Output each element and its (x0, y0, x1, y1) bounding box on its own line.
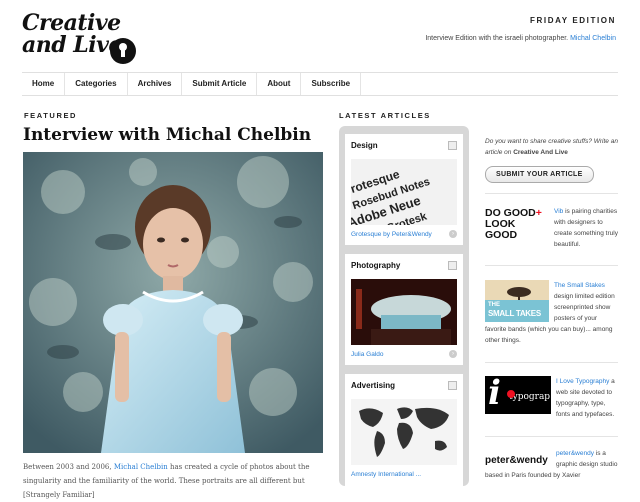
typography-logo[interactable]: i typograp (485, 376, 551, 414)
site-logo[interactable]: Creative and Live (22, 12, 142, 64)
nav-about[interactable]: About (257, 73, 302, 95)
vib-logo[interactable]: DO GOOD+ LOOK GOOD (485, 208, 549, 241)
submit-article-button[interactable]: SUBMIT YOUR ARTICLE (485, 166, 594, 183)
article-card-photography[interactable]: Photography Julia Galdo › (345, 254, 463, 365)
peterwendy-block: peter&wendy peter&wendy is a graphic des… (485, 448, 618, 481)
card-footer: Amnesty International ... (345, 465, 463, 485)
peterwendy-logo[interactable]: peter&wendy (485, 455, 551, 466)
excerpt-text: Between 2003 and 2006, (23, 463, 114, 471)
featured-title[interactable]: Interview with Michal Chelbin (23, 125, 311, 145)
share-block: Do you want to share creative stuffs? Wr… (485, 136, 618, 183)
nav-subscribe[interactable]: Subscribe (301, 73, 362, 95)
arrow-right-icon[interactable]: › (449, 230, 457, 238)
share-site-name: Creative And Live (513, 149, 568, 156)
main-nav: Home Categories Archives Submit Article … (22, 72, 618, 96)
nav-categories[interactable]: Categories (65, 73, 128, 95)
edition-description: Interview Edition with the israeli photo… (416, 33, 616, 45)
latest-articles-label: LATEST ARTICLES (339, 111, 431, 120)
typography-logo-word: typograp (509, 392, 551, 402)
small-stakes-block: THE SMALL TAKES The Small Stakes design … (485, 280, 618, 346)
card-menu-icon[interactable] (448, 141, 457, 150)
vib-logo-plus: + (535, 207, 542, 219)
featured-photo[interactable] (23, 152, 323, 453)
vib-block: DO GOOD+ LOOK GOOD Vib is pairing chariti… (485, 206, 618, 250)
typography-block: i typograp I Love Typography a web site … (485, 376, 618, 420)
latest-articles-panel: Design Grotesque Rosebud Notes Adobe Neu… (339, 126, 469, 486)
featured-excerpt: Between 2003 and 2006, Michal Chelbin ha… (23, 460, 323, 502)
divider (485, 362, 618, 363)
card-image-advertising[interactable] (351, 399, 457, 465)
card-link[interactable]: Amnesty International ... (351, 471, 421, 478)
arrow-right-icon[interactable]: › (449, 350, 457, 358)
nav-archives[interactable]: Archives (128, 73, 183, 95)
card-footer: Julia Galdo › (345, 345, 463, 365)
keyhole-icon (110, 38, 136, 64)
small-stakes-logo[interactable]: THE SMALL TAKES (485, 280, 549, 322)
nav-home[interactable]: Home (22, 73, 66, 95)
small-stakes-link[interactable]: The Small Stakes (554, 282, 605, 289)
card-link[interactable]: Grotesque by Peter&Wendy (351, 231, 432, 238)
vib-text: is pairing charities with designers to c… (554, 208, 618, 248)
edition-desc-text: Interview Edition with the israeli photo… (425, 35, 571, 42)
card-image-photography[interactable] (351, 279, 457, 345)
divider (485, 436, 618, 437)
excerpt-photographer-link[interactable]: Michal Chelbin (114, 463, 168, 471)
card-image-design[interactable]: Grotesque Rosebud Notes Adobe Neue ask G… (351, 159, 457, 225)
peterwendy-link[interactable]: peter&wendy (556, 450, 594, 457)
edition-photographer-link[interactable]: Michal Chelbin (570, 35, 616, 42)
divider (485, 193, 618, 194)
article-card-design[interactable]: Design Grotesque Rosebud Notes Adobe Neu… (345, 134, 463, 245)
heart-icon (507, 390, 515, 398)
card-category: Photography (351, 261, 401, 270)
typography-logo-i: i (488, 376, 501, 413)
typography-link[interactable]: I Love Typography (556, 378, 609, 385)
divider (485, 265, 618, 266)
card-menu-icon[interactable] (448, 261, 457, 270)
vib-logo-line-2: LOOK GOOD (485, 218, 518, 241)
article-card-advertising[interactable]: Advertising Amnesty International ... (345, 374, 463, 486)
card-menu-icon[interactable] (448, 381, 457, 390)
small-stakes-logo-line-2: SMALL TAKES (488, 309, 541, 318)
card-link[interactable]: Julia Galdo (351, 351, 384, 358)
nav-submit-article[interactable]: Submit Article (182, 73, 258, 95)
vib-link[interactable]: Vib (554, 208, 563, 215)
edition-info: FRIDAY EDITION Interview Edition with th… (416, 16, 616, 45)
featured-label: FEATURED (24, 111, 78, 120)
card-footer: Grotesque by Peter&Wendy › (345, 225, 463, 245)
card-category: Design (351, 141, 378, 150)
edition-title: FRIDAY EDITION (530, 16, 616, 25)
card-category: Advertising (351, 381, 396, 390)
